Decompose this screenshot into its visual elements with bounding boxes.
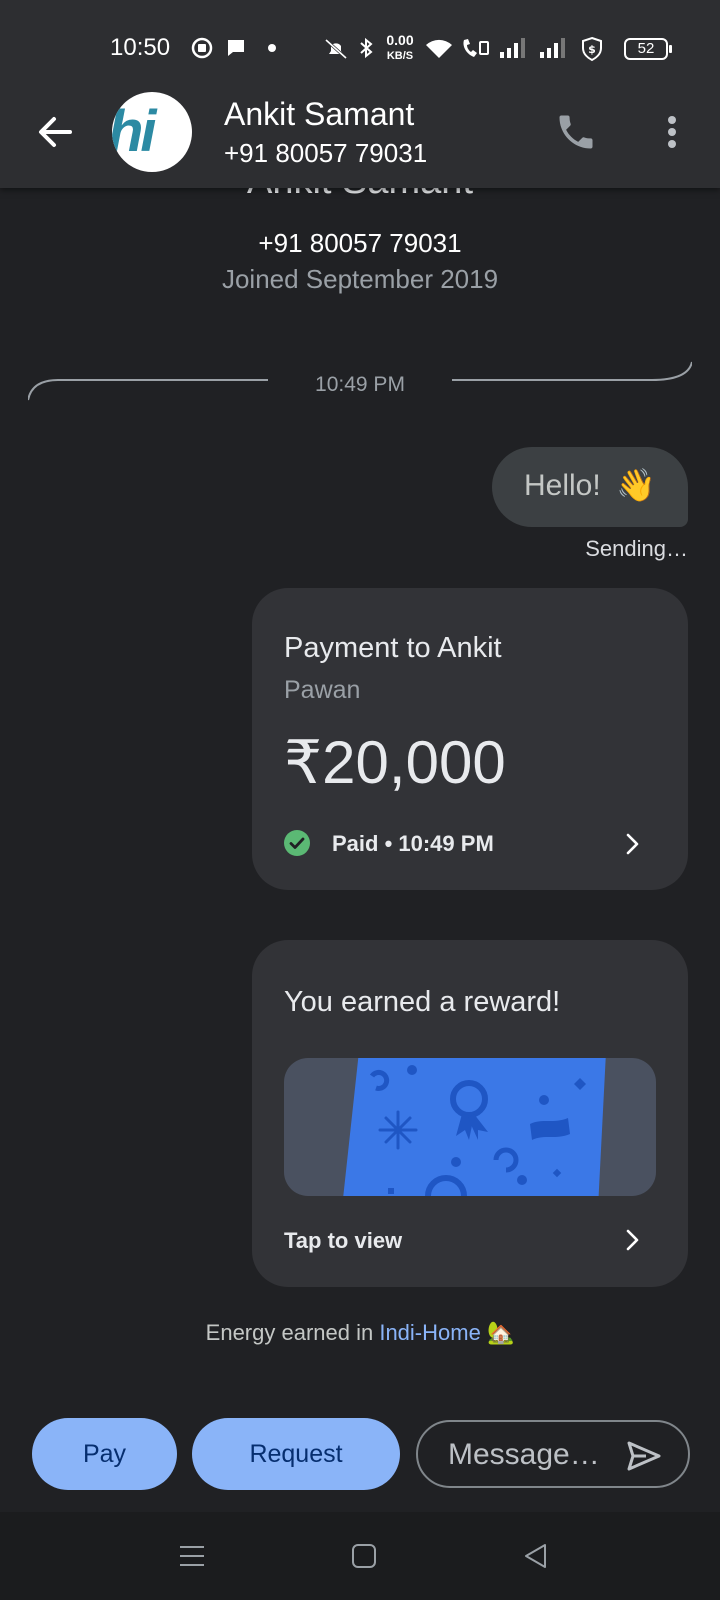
energy-prefix: Energy earned in bbox=[205, 1320, 380, 1345]
chevron-right-icon bbox=[626, 1229, 639, 1251]
indi-home-link[interactable]: Indi-Home bbox=[379, 1320, 480, 1345]
avatar-initials: hi bbox=[112, 99, 157, 164]
message-status: Sending… bbox=[585, 536, 688, 561]
wifi-icon bbox=[426, 39, 452, 58]
signal-icon-1 bbox=[500, 38, 525, 58]
payment-amount: ₹20,000 bbox=[284, 729, 506, 796]
check-circle-icon bbox=[284, 830, 310, 856]
net-speed-unit: KB/S bbox=[386, 50, 414, 62]
house-emoji: 🏡 bbox=[486, 1320, 515, 1345]
chat-bubble-icon bbox=[228, 40, 244, 56]
message-input[interactable]: Message… bbox=[416, 1420, 690, 1488]
net-speed-value: 0.00 bbox=[386, 32, 414, 48]
reward-scratch-card[interactable] bbox=[284, 1058, 656, 1196]
system-nav-bar bbox=[0, 1512, 720, 1600]
wifi-calling-icon bbox=[463, 39, 489, 57]
payment-status: Paid • 10:49 PM bbox=[332, 831, 494, 856]
chevron-right-icon bbox=[626, 833, 639, 855]
contact-joined-date: Joined September 2019 bbox=[221, 264, 499, 294]
app-bar: 10:50 0.00 KB/S $ 52 hi Ankit Samant +91… bbox=[0, 0, 720, 188]
more-options-icon[interactable] bbox=[650, 110, 694, 154]
phone-call-icon[interactable] bbox=[554, 110, 598, 154]
status-time: 10:50 bbox=[110, 34, 171, 61]
divider-line-right bbox=[452, 361, 692, 381]
bluetooth-icon bbox=[360, 37, 373, 59]
home-nav-icon[interactable] bbox=[348, 1540, 380, 1572]
payment-note: Pawan bbox=[284, 676, 361, 704]
menu-nav-icon[interactable] bbox=[176, 1540, 208, 1572]
dot-icon bbox=[268, 44, 276, 52]
send-icon[interactable] bbox=[624, 1436, 664, 1476]
reward-card[interactable]: You earned a reward! Tap to view bbox=[252, 940, 688, 1287]
mute-icon bbox=[324, 38, 348, 60]
header-contact-name[interactable]: Ankit Samant bbox=[224, 96, 414, 133]
request-button[interactable]: Request bbox=[192, 1418, 400, 1490]
notification-icon bbox=[191, 37, 213, 59]
message-text: Hello! bbox=[524, 469, 601, 502]
message-placeholder: Message… bbox=[448, 1438, 600, 1471]
message-bubble[interactable]: Hello! 👋 bbox=[492, 447, 688, 527]
payment-card[interactable]: Payment to Ankit Pawan ₹20,000 Paid • 10… bbox=[252, 588, 688, 890]
battery-indicator: 52 bbox=[624, 38, 672, 60]
vpn-shield-icon: $ bbox=[582, 36, 602, 62]
contact-avatar[interactable]: hi bbox=[112, 92, 192, 172]
payment-title: Payment to Ankit bbox=[284, 632, 502, 664]
energy-earned-note: Energy earned in Indi-Home 🏡 bbox=[0, 1320, 720, 1346]
back-nav-icon[interactable] bbox=[520, 1540, 552, 1572]
reward-tap-to-view: Tap to view bbox=[284, 1228, 403, 1253]
reward-title: You earned a reward! bbox=[284, 986, 561, 1018]
signal-icon-2 bbox=[540, 38, 565, 58]
svg-text:$: $ bbox=[588, 43, 596, 56]
status-bar: 10:50 0.00 KB/S $ 52 bbox=[0, 22, 720, 74]
pay-button[interactable]: Pay bbox=[32, 1418, 177, 1490]
waving-hand-emoji: 👋 bbox=[616, 467, 656, 503]
contact-phone: +91 80057 79031 bbox=[258, 228, 462, 258]
header-contact-phone: +91 80057 79031 bbox=[224, 138, 428, 168]
back-arrow-icon[interactable] bbox=[30, 108, 78, 156]
reward-card-illustration bbox=[343, 1058, 606, 1196]
